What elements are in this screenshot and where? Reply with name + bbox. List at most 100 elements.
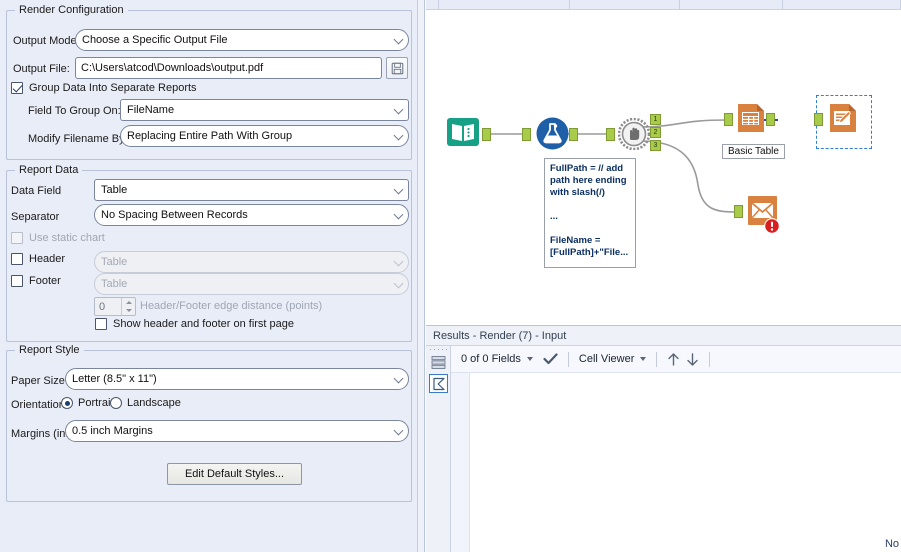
output-mode-dropdown[interactable]: Choose a Specific Output File [75, 29, 409, 51]
report-style-title: Report Style [15, 344, 84, 356]
block-output-anchor-3[interactable]: 3 [650, 140, 661, 151]
chevron-down-icon [394, 185, 404, 195]
data-table-icon [431, 355, 446, 370]
margins-dropdown[interactable]: 0.5 inch Margins [65, 420, 409, 442]
summary-sigma-icon [432, 377, 446, 391]
field-to-group-dropdown[interactable]: FileName [120, 99, 409, 121]
render-input-anchor[interactable] [814, 113, 823, 126]
results-title-text: Results - Render (7) - Input [433, 330, 566, 342]
orientation-portrait-radio-row[interactable]: Portrait [61, 397, 113, 409]
orientation-landscape-radio[interactable] [110, 397, 122, 409]
orientation-portrait-radio[interactable] [61, 397, 73, 409]
header-field-value: Table [101, 256, 127, 268]
margins-label: Margins (in.) [11, 427, 72, 441]
modify-filename-dropdown[interactable]: Replacing Entire Path With Group [120, 125, 409, 147]
render-configuration-panel: Render Configuration Output Mode: Choose… [0, 0, 418, 552]
basic-table-output-anchor[interactable] [766, 113, 775, 126]
chevron-down-icon [394, 279, 404, 289]
edge-distance-stepper[interactable]: 0 [94, 297, 136, 316]
field-to-group-value: FileName [127, 104, 174, 116]
arrow-up-icon[interactable] [667, 352, 680, 367]
workflow-connectors [426, 10, 901, 325]
tab-cell-4[interactable] [783, 0, 901, 10]
data-field-dropdown[interactable]: Table [94, 179, 409, 201]
chevron-down-icon [394, 105, 404, 115]
email-error-badge[interactable] [764, 218, 780, 237]
triangle-down-icon [126, 309, 132, 312]
separator-dropdown[interactable]: No Spacing Between Records [94, 204, 409, 226]
edit-default-styles-button[interactable]: Edit Default Styles... [167, 463, 302, 485]
show-first-page-row[interactable]: Show header and footer on first page [95, 318, 294, 330]
stepper-up-button[interactable] [122, 298, 135, 307]
basic-table-tool[interactable] [736, 103, 766, 136]
data-field-value: Table [101, 184, 127, 196]
canvas-tabstrip[interactable] [426, 0, 901, 10]
output-file-input[interactable]: C:\Users\atcod\Downloads\output.pdf [75, 57, 382, 79]
gear-hand-icon [618, 118, 650, 150]
render-document-icon [828, 103, 858, 133]
results-grid[interactable] [451, 372, 901, 552]
basic-table-label: Basic Table [722, 144, 785, 159]
tab-cell-1[interactable] [439, 0, 570, 10]
separator-value: No Spacing Between Records [101, 209, 248, 221]
stepper-down-button[interactable] [122, 307, 135, 316]
directory-output-anchor[interactable] [482, 128, 491, 141]
save-disk-icon [391, 62, 404, 75]
output-file-value: C:\Users\atcod\Downloads\output.pdf [81, 62, 263, 74]
group-data-checkbox[interactable] [11, 82, 23, 94]
header-checkbox-row[interactable]: Header [11, 253, 65, 265]
orientation-landscape-radio-row[interactable]: Landscape [110, 397, 181, 409]
email-input-anchor[interactable] [734, 205, 743, 218]
results-data-view-button[interactable] [429, 353, 448, 372]
panel-splitter[interactable] [418, 0, 425, 552]
tab-cell-3[interactable] [680, 0, 783, 10]
directory-input-tool[interactable] [446, 115, 480, 152]
results-profile-view-button[interactable] [429, 374, 448, 393]
footer-checkbox[interactable] [11, 275, 23, 287]
triangle-up-icon [126, 301, 132, 304]
edge-distance-label: Header/Footer edge distance (points) [140, 299, 322, 313]
header-checkbox[interactable] [11, 253, 23, 265]
block-output-anchor-2[interactable]: 2 [650, 127, 661, 138]
basic-table-input-anchor[interactable] [724, 113, 733, 126]
group-data-label: Group Data Into Separate Reports [29, 82, 197, 94]
tab-cell-0[interactable] [426, 0, 439, 10]
flask-icon [536, 117, 569, 150]
formula-output-anchor[interactable] [569, 128, 578, 141]
orientation-label: Orientation [11, 398, 65, 412]
stepper-arrows[interactable] [121, 298, 135, 315]
block-output-anchor-1[interactable]: 1 [650, 114, 661, 125]
toolbar-divider-1 [568, 352, 569, 367]
results-drag-handle[interactable] [429, 347, 448, 352]
results-toolbar[interactable]: 0 of 0 Fields Cell Viewer [451, 346, 901, 372]
output-mode-value: Choose a Specific Output File [82, 34, 228, 46]
footer-field-dropdown: Table [94, 273, 409, 295]
fields-dropdown-caret-icon[interactable] [527, 357, 533, 361]
browse-output-file-button[interactable] [386, 57, 408, 79]
arrow-down-icon[interactable] [686, 352, 699, 367]
modify-filename-label: Modify Filename By: [28, 132, 128, 146]
formula-annotation: FullPath = // add path here ending with … [544, 158, 636, 268]
chevron-down-icon [394, 35, 404, 45]
paper-size-label: Paper Size [11, 374, 65, 388]
margins-value: 0.5 inch Margins [72, 425, 153, 437]
workflow-canvas[interactable]: FullPath = // add path here ending with … [426, 10, 901, 325]
separator-label: Separator [11, 210, 59, 224]
group-data-checkbox-row[interactable]: Group Data Into Separate Reports [11, 82, 197, 94]
chevron-down-icon [394, 257, 404, 267]
tab-cell-2[interactable] [570, 0, 680, 10]
footer-checkbox-row[interactable]: Footer [11, 275, 61, 287]
formula-tool[interactable] [536, 117, 569, 153]
paper-size-dropdown[interactable]: Letter (8.5" x 11") [65, 368, 409, 390]
render-tool[interactable] [828, 103, 858, 136]
checkmark-icon[interactable] [543, 353, 558, 365]
footer-label: Footer [29, 275, 61, 287]
data-field-label: Data Field [11, 184, 61, 198]
results-title-bar[interactable]: Results - Render (7) - Input [426, 326, 901, 346]
formula-input-anchor[interactable] [522, 128, 531, 141]
block-until-done-tool[interactable] [618, 118, 650, 153]
show-first-page-checkbox[interactable] [95, 318, 107, 330]
block-input-anchor[interactable] [606, 128, 615, 141]
show-first-page-label: Show header and footer on first page [113, 318, 294, 330]
cell-viewer-caret-icon[interactable] [640, 357, 646, 361]
